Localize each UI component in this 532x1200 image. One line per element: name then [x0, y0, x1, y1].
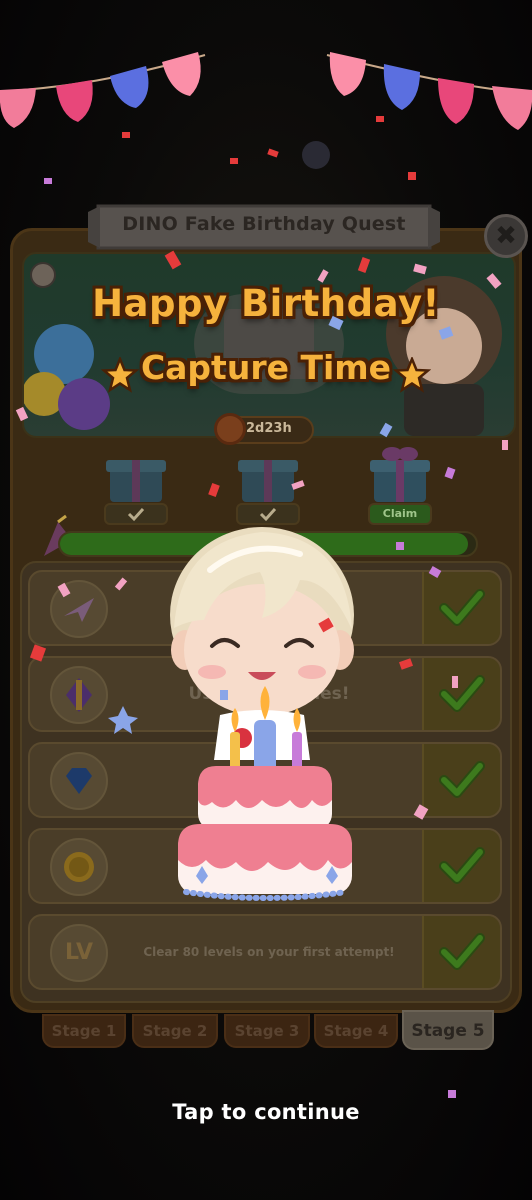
paper-plane-icon: [50, 580, 108, 638]
gift-box-icon-1: [106, 460, 166, 502]
check-icon: [439, 675, 485, 712]
check-icon: [439, 589, 485, 626]
bunting-left: [0, 52, 206, 128]
task-complete-indicator: [422, 916, 500, 988]
timer-text: 2d23h: [246, 421, 292, 436]
game-screen[interactable]: DINO Fake Birthday Quest ✖ 2d23h Claim L…: [0, 0, 532, 1200]
gift-box-icon-3: [370, 447, 430, 502]
happy-birthday-title: Happy Birthday!: [92, 282, 440, 325]
tab-stage-4[interactable]: Stage 4: [314, 1014, 398, 1048]
blue-diamond-icon: [50, 752, 108, 810]
check-icon: [439, 933, 485, 970]
quest-title: DINO Fake Birthday Quest: [122, 213, 406, 235]
tab-stage-1[interactable]: Stage 1: [42, 1014, 126, 1048]
check-icon: [127, 507, 145, 522]
task-text: Clear 80 levels on your first attempt!: [143, 945, 395, 959]
task-row-5: LV Clear 80 levels on your first attempt…: [28, 914, 502, 990]
tap-to-continue[interactable]: Tap to continue: [0, 1100, 532, 1124]
gift-box-icon-2: [238, 460, 298, 502]
level-badge-icon: LV: [50, 924, 108, 982]
task-complete-indicator: [422, 830, 500, 902]
close-button[interactable]: ✖: [484, 214, 528, 258]
gold-coin-icon: [50, 838, 108, 896]
tab-stage-5[interactable]: Stage 5: [402, 1010, 494, 1050]
tab-stage-2[interactable]: Stage 2: [132, 1014, 218, 1048]
check-icon: [439, 761, 485, 798]
task-complete-indicator: [422, 744, 500, 816]
star-icon: [393, 356, 432, 393]
quest-hero-image: [22, 252, 516, 438]
capture-time-title: Capture Time: [140, 348, 392, 387]
tab-stage-3[interactable]: Stage 3: [224, 1014, 310, 1048]
task-complete-indicator: [422, 658, 500, 730]
task-complete-indicator: [422, 572, 500, 644]
bunting-right: [326, 52, 532, 130]
capture-time-row: Capture Time: [0, 348, 532, 393]
level-badge-text: LV: [64, 940, 93, 965]
check-icon: [439, 847, 485, 884]
star-icon: [100, 356, 139, 393]
rocket-gem-icon: [50, 666, 108, 724]
stopwatch-icon: [214, 413, 246, 445]
character-with-cake: [170, 527, 354, 901]
